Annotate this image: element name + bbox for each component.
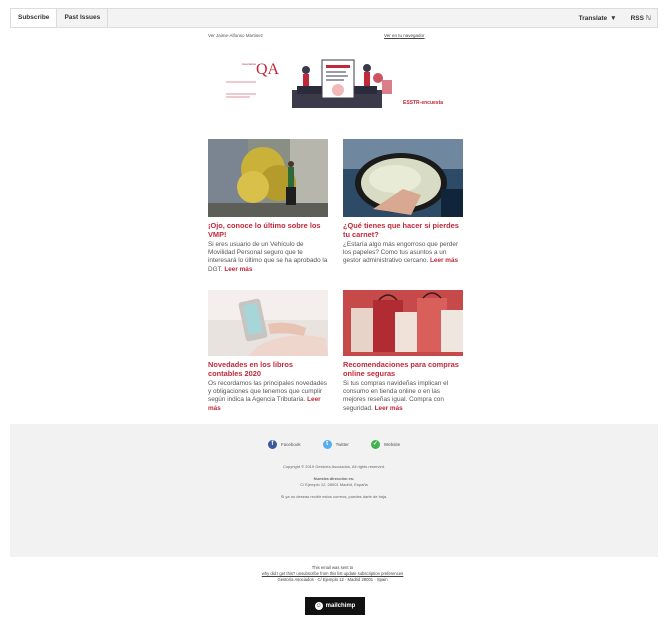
article-summary: Os recordamos las principales novedades … [208,380,327,412]
article-card: ¡Ojo, conoce lo último sobre los VMP! Si… [208,139,328,274]
article-title[interactable]: Novedades en los libros contables 2020 [208,360,328,378]
article-image[interactable] [343,139,463,217]
article-card: Novedades en los libros contables 2020 O… [208,290,328,413]
mailchimp-badge[interactable]: ☺ mailchimp [305,597,365,615]
website-icon: ✓ [370,440,380,449]
mailchimp-icon: ☺ [314,602,323,610]
article-image[interactable] [208,139,328,217]
subscribe-tab[interactable]: Subscribe [11,9,58,27]
banner-illustration [226,59,392,108]
facebook-icon: f [267,440,277,449]
copyright-text: Copyright © 2019 Gestoría Asociados, All… [282,464,386,469]
article-summary: Si tus compras navideñas implican el con… [343,380,449,412]
article-image[interactable] [208,290,328,356]
article-image[interactable] [343,290,463,356]
header-banner: Asociados QA ESSTR-encuesta [222,50,457,120]
sent-to-text: This email was sent to [311,565,354,570]
view-in-browser-link[interactable]: Ver en tu navegador [384,33,425,38]
past-issues-tab[interactable]: Past Issues [57,9,109,27]
address-label: Nuestra dirección es: [313,476,355,481]
translate-dropdown[interactable]: Translate ▼ [579,15,617,22]
email-footer: f Facebook t Twitter ✓ Website Copyright… [10,424,658,557]
article-title[interactable]: Recomendaciones para compras online segu… [343,360,463,378]
facebook-link[interactable]: f Facebook [267,440,301,449]
twitter-link[interactable]: t Twitter [322,440,349,449]
preheader: Ver Jaime-Alfonso Martinez Ver en tu nav… [208,33,463,38]
article-title[interactable]: ¡Ojo, conoce lo último sobre los VMP! [208,221,328,239]
article-card: ¿Qué tienes que hacer si pierdes tu carn… [343,139,463,266]
address-text: C/ Ejemplo 12, 28001 Madrid, España [300,482,368,487]
article-summary: ¿Estaría algo más engorroso que perder l… [343,241,459,265]
twitter-icon: t [322,440,332,449]
rss-icon: ℕ [645,15,651,22]
chevron-down-icon: ▼ [610,14,617,22]
list-management-links[interactable]: why did I get this? unsubscribe from thi… [0,571,665,576]
read-more-link[interactable]: Leer más [224,266,252,273]
read-more-link[interactable]: Leer más [375,405,403,412]
article-summary: Si eres usuario de un Vehículo de Movili… [208,241,328,273]
rss-link[interactable]: RSS ℕ [631,14,651,22]
preheader-text: Ver Jaime-Alfonso Martinez [208,33,264,38]
archive-toolbar: Subscribe Past Issues Translate ▼ RSS ℕ [10,8,658,28]
sender-address: Gestoría Asociados · C/ Ejemplo 12 · Mad… [277,577,388,582]
survey-link[interactable]: ESSTR-encuesta [403,100,443,106]
mailchimp-label: mailchimp [325,603,356,609]
article-card: Recomendaciones para compras online segu… [343,290,463,413]
website-link[interactable]: ✓ Website [370,440,400,449]
social-links: f Facebook t Twitter ✓ Website [10,440,658,449]
read-more-link[interactable]: Leer más [430,257,458,264]
unsubscribe-note: Si ya no deseas recibir estos correos, p… [280,494,388,499]
article-title[interactable]: ¿Qué tienes que hacer si pierdes tu carn… [343,221,463,239]
